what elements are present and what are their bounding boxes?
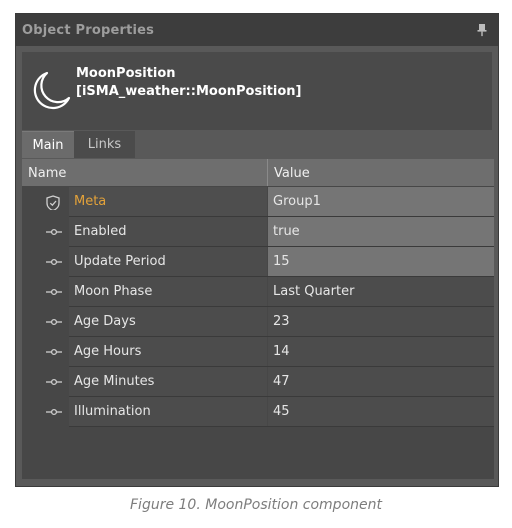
- slot-icon: [46, 378, 62, 386]
- property-name: Age Hours: [69, 337, 267, 366]
- property-row-enabled[interactable]: Enabled true: [22, 217, 494, 247]
- property-value[interactable]: 15: [268, 247, 494, 276]
- column-divider[interactable]: [267, 159, 268, 186]
- panel-title-bar: Object Properties: [16, 14, 498, 46]
- property-value: Last Quarter: [268, 277, 494, 306]
- object-header: MoonPosition [iSMA_weather::MoonPosition…: [22, 52, 492, 130]
- column-header-name[interactable]: Name: [28, 159, 66, 189]
- property-grid: Name Value Meta Group1 Enabled true Upda…: [22, 159, 494, 479]
- tab-bar: Main Links: [22, 131, 494, 158]
- row-separator: [69, 426, 494, 427]
- slot-icon: [46, 408, 62, 416]
- pin-icon[interactable]: [476, 23, 488, 37]
- property-value: 47: [268, 367, 494, 396]
- object-name: MoonPosition: [76, 66, 176, 81]
- property-row-meta[interactable]: Meta Group1: [22, 187, 494, 217]
- object-type: [iSMA_weather::MoonPosition]: [76, 84, 302, 99]
- slot-icon: [46, 258, 62, 266]
- object-properties-panel: Object Properties MoonPosition [iSMA_wea…: [15, 13, 499, 487]
- shield-icon: [46, 195, 60, 210]
- property-value[interactable]: true: [268, 217, 494, 246]
- property-row-update-period[interactable]: Update Period 15: [22, 247, 494, 277]
- property-value[interactable]: Group1: [268, 187, 494, 216]
- grid-header: Name Value: [22, 159, 494, 186]
- property-name: Meta: [69, 187, 267, 216]
- property-value: 45: [268, 397, 494, 426]
- slot-icon: [46, 348, 62, 356]
- column-header-value[interactable]: Value: [274, 159, 310, 189]
- property-name: Age Minutes: [69, 367, 267, 396]
- figure-caption: Figure 10. MoonPosition component: [130, 497, 382, 513]
- slot-icon: [46, 318, 62, 326]
- moon-icon: [33, 71, 71, 110]
- property-name: Enabled: [69, 217, 267, 246]
- tab-main[interactable]: Main: [22, 131, 74, 158]
- property-row-age-days[interactable]: Age Days 23: [22, 307, 494, 337]
- panel-title: Object Properties: [22, 23, 155, 38]
- property-row-moon-phase[interactable]: Moon Phase Last Quarter: [22, 277, 494, 307]
- property-value: 14: [268, 337, 494, 366]
- property-row-illumination[interactable]: Illumination 45: [22, 397, 494, 427]
- slot-icon: [46, 288, 62, 296]
- property-value: 23: [268, 307, 494, 336]
- tab-links[interactable]: Links: [74, 131, 135, 158]
- property-row-age-hours[interactable]: Age Hours 14: [22, 337, 494, 367]
- property-name: Illumination: [69, 397, 267, 426]
- property-name: Moon Phase: [69, 277, 267, 306]
- property-row-age-minutes[interactable]: Age Minutes 47: [22, 367, 494, 397]
- property-name: Update Period: [69, 247, 267, 276]
- property-name: Age Days: [69, 307, 267, 336]
- slot-icon: [46, 228, 62, 236]
